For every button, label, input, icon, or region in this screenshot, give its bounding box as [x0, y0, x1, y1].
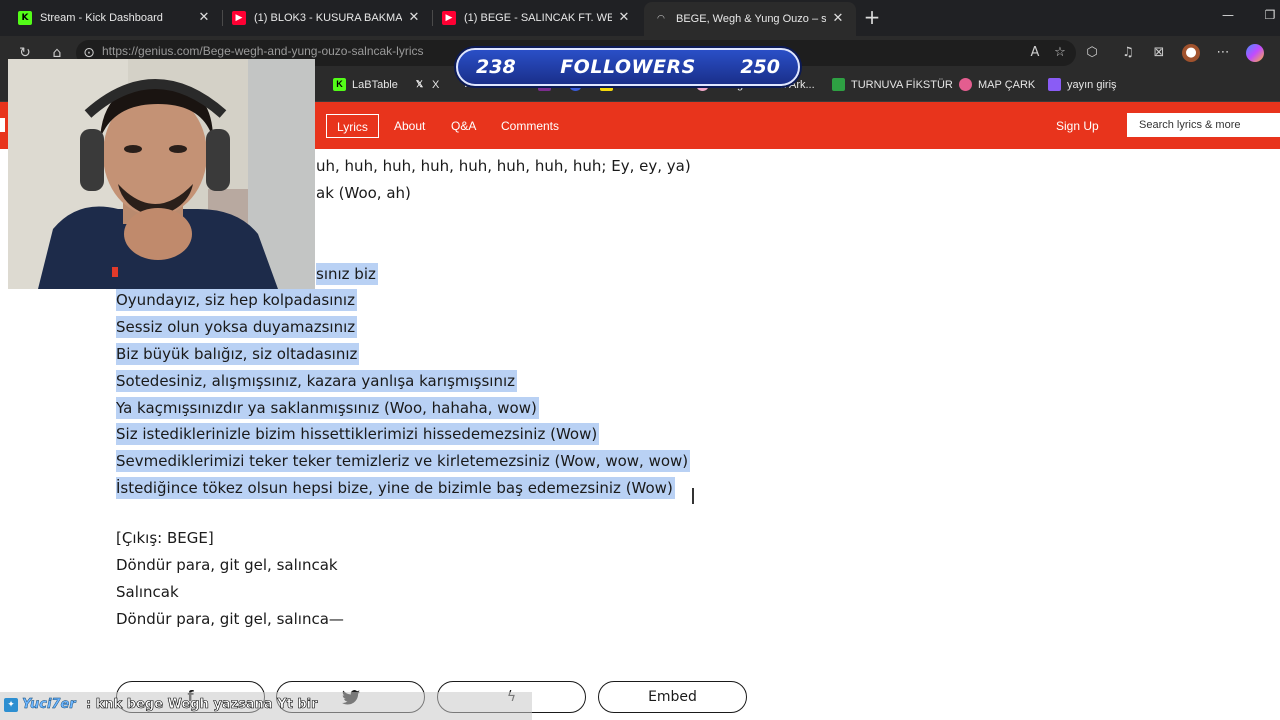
search-input[interactable] — [1127, 113, 1280, 137]
tab-kick-dashboard[interactable]: K Stream - Kick Dashboard ✕ — [8, 4, 222, 32]
nav-qa[interactable]: Q&A — [441, 114, 486, 138]
kick-icon: K — [333, 78, 346, 91]
lyric-line-selected: Sessiz olun yoksa duyamazsınız — [116, 316, 358, 338]
favorite-star-icon[interactable]: ☆ — [1051, 44, 1069, 62]
extensions-icon[interactable]: ⬡ — [1083, 44, 1101, 62]
maximize-icon[interactable]: ❐ — [1260, 8, 1280, 22]
bookmark-map-cark[interactable]: MAP ÇARK — [959, 78, 1035, 91]
chat-message: : knk bege Wegh yazsana Yt bir — [86, 697, 318, 713]
section-header: [Çıkış: BEGE] — [116, 529, 214, 547]
copilot-icon[interactable] — [1246, 44, 1264, 62]
close-icon[interactable]: ✕ — [830, 11, 846, 27]
url-text[interactable]: https://genius.com/Bege-wegh-and-yung-ou… — [102, 44, 424, 58]
followers-current: 238 — [476, 56, 516, 78]
bookmark-turnuva[interactable]: TURNUVA FİKSTÜR — [832, 78, 953, 91]
bookmark-yayin-giris[interactable]: yayın giriş — [1048, 78, 1117, 91]
lyric-line: ak (Woo, ah) — [316, 184, 411, 202]
lyric-line-selected: Biz büyük balığız, siz oltadasınız — [116, 343, 360, 365]
followers-goal-overlay: 238 FOLLOWERS 250 — [456, 48, 800, 86]
lyric-line: Salıncak — [116, 583, 179, 601]
lyric-line-selected: Oyundayız, siz hep kolpadasınız — [116, 289, 357, 311]
lyric-line-selected: Sotedesiniz, alışmışsınız, kazara yanlış… — [116, 370, 518, 392]
sign-up-link[interactable]: Sign Up — [1056, 114, 1099, 138]
collections-icon[interactable]: ♫ — [1119, 44, 1137, 62]
lyric-line-selected: İstediğince tökez olsun hepsi bize, yine… — [116, 477, 675, 499]
close-icon[interactable]: ✕ — [196, 10, 212, 26]
embed-button[interactable]: Embed — [598, 681, 747, 713]
lyric-line-selected: Sevmediklerimizi teker teker temizleriz … — [116, 450, 691, 472]
tab-youtube-bege[interactable]: ▶ (1) BEGE - SALINCAK FT. WEGH, O ✕ — [432, 4, 642, 32]
youtube-icon: ▶ — [442, 11, 456, 25]
tab-genius-lyrics[interactable]: ◠ BEGE, Wegh & Yung Ouzo – salınc ✕ — [644, 2, 856, 36]
sheet-icon — [832, 78, 845, 91]
kick-icon: K — [18, 11, 32, 25]
screen: K Stream - Kick Dashboard ✕ ▶ (1) BLOK3 … — [0, 0, 1280, 720]
chat-badge-icon: ✦ — [4, 698, 18, 712]
genius-logo-edge[interactable] — [0, 118, 5, 132]
close-icon[interactable]: ✕ — [406, 10, 422, 26]
app-icon — [1048, 78, 1061, 91]
lyric-line-selected: sınız biz — [316, 263, 378, 285]
nav-about[interactable]: About — [384, 114, 435, 138]
lyric-line: Döndür para, git gel, salınca— — [116, 610, 344, 628]
lyric-line: uh, huh, huh, huh, huh, huh, huh, huh; E… — [316, 157, 691, 175]
streamer-webcam-image — [8, 59, 315, 289]
lyric-line: Döndür para, git gel, salıncak — [116, 556, 338, 574]
loading-icon: ◠ — [657, 14, 665, 24]
close-icon[interactable]: ✕ — [616, 10, 632, 26]
text-cursor — [692, 488, 694, 504]
chat-username: Yuci7er — [22, 697, 76, 712]
tab-youtube-blok3[interactable]: ▶ (1) BLOK3 - KUSURA BAKMA (Offic ✕ — [222, 4, 432, 32]
bookmark-labtable[interactable]: K LaBTable — [333, 78, 398, 91]
minimize-icon[interactable]: — — [1218, 8, 1238, 22]
followers-label: FOLLOWERS — [560, 56, 696, 78]
x-logo-icon: 𝕏 — [415, 79, 424, 89]
lyric-line-selected: Siz istediklerinizle bizim hissettikleri… — [116, 423, 600, 445]
read-aloud-icon[interactable]: A — [1026, 44, 1044, 62]
more-menu-icon[interactable]: ⋯ — [1214, 44, 1232, 62]
youtube-icon: ▶ — [232, 11, 246, 25]
webcam-feed — [8, 59, 315, 289]
followers-goal: 250 — [740, 56, 780, 78]
nav-lyrics[interactable]: Lyrics — [326, 114, 379, 138]
bookmark-x[interactable]: 𝕏 X — [413, 78, 439, 91]
profile-avatar[interactable]: ● — [1182, 44, 1200, 62]
wheel-icon — [959, 78, 972, 91]
new-tab-button[interactable]: + — [862, 7, 882, 28]
nav-comments[interactable]: Comments — [491, 114, 569, 138]
screenshot-icon[interactable]: ⊠ — [1150, 44, 1168, 62]
lyric-line-selected: Ya kaçmışsınızdır ya saklanmışsınız (Woo… — [116, 397, 539, 419]
